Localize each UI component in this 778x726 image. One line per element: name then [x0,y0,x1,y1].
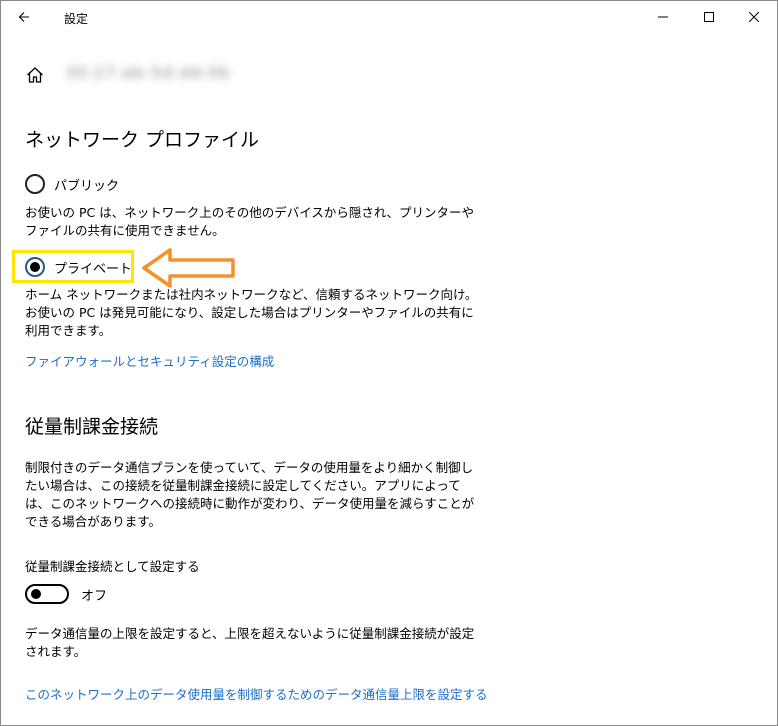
metered-toggle-row[interactable]: オフ [25,584,107,604]
minimize-icon [658,16,668,18]
private-radio[interactable]: プライベート [25,257,132,277]
firewall-settings-link[interactable]: ファイアウォールとセキュリティ設定の構成 [25,351,274,370]
minimize-button[interactable] [640,1,686,33]
metered-toggle-switch[interactable] [25,584,69,604]
close-icon [749,12,759,22]
private-radio-label: プライベート [54,261,133,277]
back-arrow-icon [18,12,29,22]
metered-description: 制限付きのデータ通信プランを使っていて、データの使用量をより細かく制御したい場合… [25,460,475,529]
private-radio-circle[interactable] [25,257,45,277]
data-limit-description: データ通信量の上限を設定すると、上限を超えないように従量制課金接続が設定されます… [25,626,475,659]
public-radio-label: パブリック [54,178,120,194]
close-button[interactable] [731,1,777,33]
private-description: ホーム ネットワークまたは社内ネットワークなど、信頼するネットワーク向け。お使い… [25,287,478,338]
maximize-button[interactable] [686,1,732,33]
metered-connection-heading: 従量制課金接続 [25,416,159,438]
back-button[interactable] [1,1,47,33]
toggle-state-label: オフ [81,588,108,604]
metered-setting-label: 従量制課金接続として設定する [25,559,200,574]
home-icon [27,67,43,83]
home-button[interactable] [23,63,47,87]
window-title: 設定 [64,12,89,26]
public-description: お使いの PC は、ネットワーク上のその他のデバイスから隠され、プリンターやファ… [25,205,474,238]
public-radio[interactable]: パブリック [25,174,119,194]
annotation-arrow-icon [142,248,235,288]
settings-window: 設定 30:27:ab:5d:dd:0b ネットワーク プロファイル パブリック… [0,0,778,726]
public-radio-circle[interactable] [25,174,45,194]
data-limit-link[interactable]: このネットワーク上のデータ使用量を制御するためのデータ通信量上限を設定する [25,684,488,703]
network-name: 30:27:ab:5d:dd:0b [65,63,231,82]
network-profile-heading: ネットワーク プロファイル [25,129,260,151]
title-bar: 設定 [1,1,777,33]
maximize-icon [704,12,714,22]
